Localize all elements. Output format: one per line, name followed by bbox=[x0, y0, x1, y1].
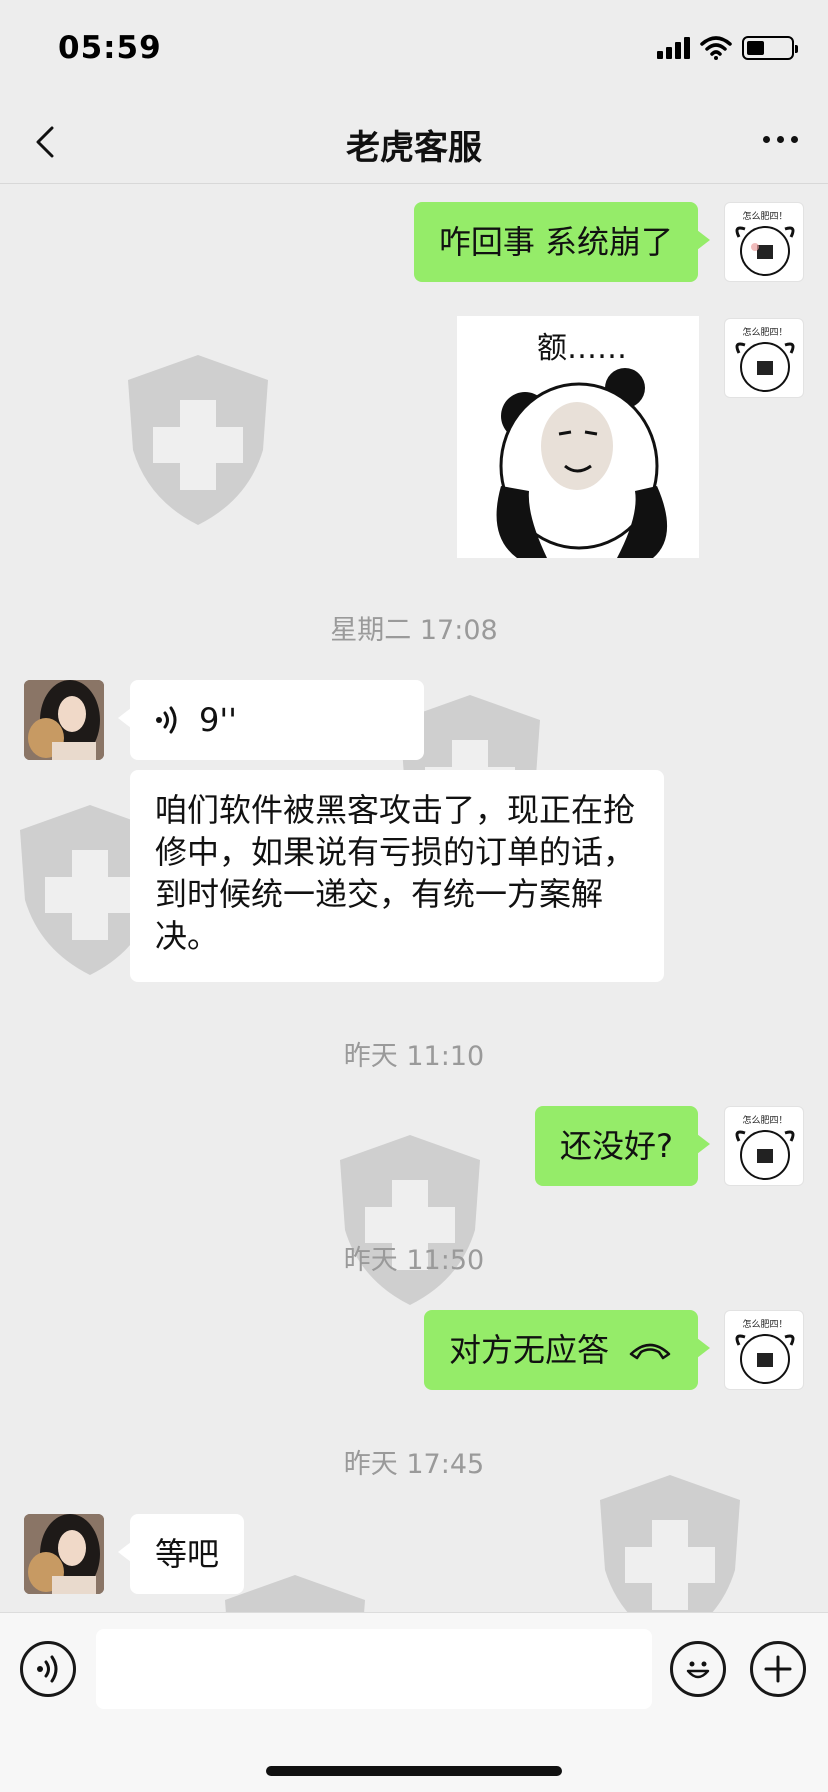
chat-input-bar bbox=[0, 1612, 828, 1792]
timestamp: 昨天 11:50 bbox=[343, 1245, 485, 1276]
my-avatar[interactable]: 怎么肥四！ bbox=[724, 318, 804, 398]
status-bar: 05:59 bbox=[0, 0, 828, 100]
battery-icon bbox=[742, 36, 798, 60]
timestamp: 昨天 11:10 bbox=[343, 1041, 485, 1072]
svg-text:怎么肥四！: 怎么肥四！ bbox=[742, 1318, 787, 1330]
message-bubble[interactable]: 还没好? bbox=[535, 1106, 710, 1186]
voice-wave-icon bbox=[156, 706, 177, 734]
message-text: 咋回事 系统崩了 bbox=[438, 223, 673, 261]
meme-face-icon: 怎么肥四！ bbox=[735, 1114, 795, 1180]
avatar-photo bbox=[24, 1514, 104, 1594]
panda-meme-sticker[interactable]: 额…… bbox=[457, 316, 699, 558]
meme-face-icon: 怎么肥四！ bbox=[735, 210, 795, 276]
avatar-photo bbox=[24, 680, 104, 760]
more-button[interactable] bbox=[763, 136, 798, 143]
message-input[interactable] bbox=[96, 1629, 652, 1709]
message-text: 咱们软件被黑客攻击了，现正在抢修中，如果说有亏损的订单的话，到时候统一递交，有统… bbox=[155, 791, 636, 955]
status-icons bbox=[657, 36, 798, 60]
voice-input-icon bbox=[37, 1655, 58, 1683]
status-time: 05:59 bbox=[58, 30, 162, 66]
emoji-button[interactable] bbox=[670, 1641, 726, 1697]
message-bubble[interactable]: 咋回事 系统崩了 bbox=[413, 202, 711, 282]
my-avatar[interactable]: 怎么肥四！ bbox=[724, 1106, 804, 1186]
panda-meme-icon: 额…… bbox=[496, 331, 668, 558]
svg-text:额……: 额…… bbox=[537, 331, 627, 366]
home-indicator bbox=[266, 1766, 562, 1776]
voice-duration: 9'' bbox=[199, 701, 237, 739]
nav-bar: 老虎客服 bbox=[0, 100, 828, 184]
wifi-icon bbox=[700, 36, 732, 60]
voice-message[interactable]: 9'' bbox=[118, 680, 424, 760]
svg-text:怎么肥四！: 怎么肥四！ bbox=[742, 1114, 787, 1126]
my-avatar[interactable]: 怎么肥四！ bbox=[724, 1310, 804, 1390]
watermark-shield-icon bbox=[128, 355, 268, 525]
message-text: 还没好? bbox=[560, 1127, 673, 1165]
plus-icon bbox=[764, 1655, 792, 1683]
call-status-text: 对方无应答 bbox=[448, 1331, 609, 1369]
svg-text:怎么肥四！: 怎么肥四！ bbox=[742, 210, 787, 222]
hangup-phone-icon bbox=[629, 1343, 671, 1360]
contact-avatar[interactable] bbox=[24, 1514, 104, 1594]
emoji-icon bbox=[686, 1661, 710, 1679]
timestamp: 星期二 17:08 bbox=[330, 615, 498, 646]
chat-title: 老虎客服 bbox=[346, 128, 482, 168]
call-record-bubble[interactable]: 对方无应答 bbox=[423, 1310, 711, 1390]
meme-face-icon: 怎么肥四！ bbox=[735, 1318, 795, 1384]
voice-input-button[interactable] bbox=[20, 1641, 76, 1697]
message-text: 等吧 bbox=[155, 1535, 220, 1573]
watermark-shield-icon bbox=[340, 1135, 480, 1305]
my-avatar[interactable]: 怎么肥四！ bbox=[724, 202, 804, 282]
contact-avatar[interactable] bbox=[24, 680, 104, 760]
signal-icon bbox=[657, 37, 690, 59]
message-bubble[interactable]: 咱们软件被黑客攻击了，现正在抢修中，如果说有亏损的订单的话，到时候统一递交，有统… bbox=[130, 770, 664, 982]
more-actions-button[interactable] bbox=[750, 1641, 806, 1697]
svg-text:怎么肥四！: 怎么肥四！ bbox=[742, 326, 787, 338]
more-icon bbox=[763, 136, 770, 143]
meme-face-icon: 怎么肥四！ bbox=[735, 326, 795, 392]
message-bubble[interactable]: 等吧 bbox=[117, 1514, 245, 1594]
timestamp: 昨天 17:45 bbox=[343, 1449, 485, 1480]
